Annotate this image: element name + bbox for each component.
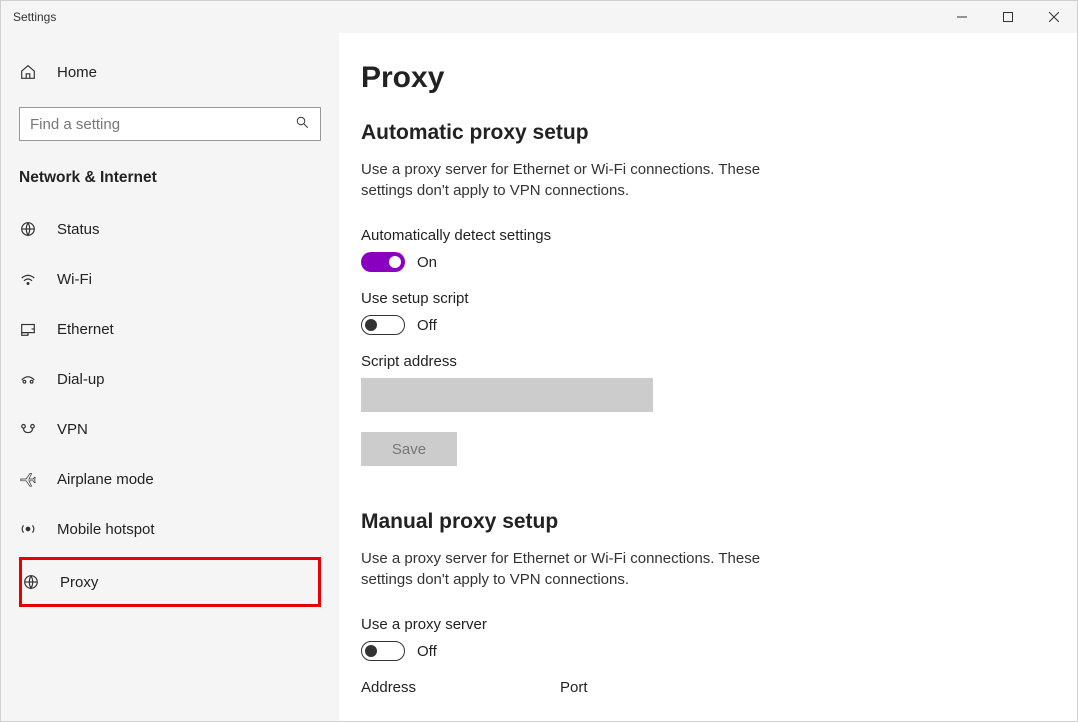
toggle-knob: [365, 319, 377, 331]
main-panel: Proxy Automatic proxy setup Use a proxy …: [339, 33, 1077, 721]
titlebar: Settings: [1, 1, 1077, 33]
auto-proxy-heading: Automatic proxy setup: [361, 121, 1077, 145]
manual-proxy-desc: Use a proxy server for Ethernet or Wi-Fi…: [361, 548, 801, 590]
home-link[interactable]: Home: [19, 55, 321, 89]
script-address-input[interactable]: [361, 378, 653, 412]
nav-item-label: VPN: [57, 421, 88, 438]
auto-detect-toggle[interactable]: [361, 252, 405, 272]
sidebar-item-hotspot[interactable]: Mobile hotspot: [19, 507, 321, 551]
script-address-label: Script address: [361, 353, 1077, 370]
port-label: Port: [560, 679, 588, 696]
setup-script-row: Off: [361, 315, 1077, 335]
nav-item-label: Proxy: [60, 574, 98, 591]
sidebar-section-title: Network & Internet: [19, 169, 321, 187]
ethernet-icon: [19, 320, 39, 338]
manual-proxy-heading: Manual proxy setup: [361, 510, 1077, 534]
page-title: Proxy: [361, 61, 1077, 95]
auto-proxy-desc: Use a proxy server for Ethernet or Wi-Fi…: [361, 159, 801, 201]
nav-item-label: Ethernet: [57, 321, 114, 338]
sidebar-item-proxy[interactable]: Proxy: [19, 557, 321, 607]
port-col: Port: [560, 679, 588, 700]
nav-item-label: Mobile hotspot: [57, 521, 155, 538]
minimize-button[interactable]: [939, 1, 985, 33]
save-button[interactable]: Save: [361, 432, 457, 466]
address-label: Address: [361, 679, 416, 696]
sidebar-item-vpn[interactable]: VPN: [19, 407, 321, 451]
setup-script-state: Off: [417, 317, 437, 334]
sidebar-item-airplane[interactable]: Airplane mode: [19, 457, 321, 501]
home-icon: [19, 63, 39, 81]
search-input[interactable]: [30, 116, 295, 133]
search-icon: [295, 115, 310, 133]
nav-item-label: Status: [57, 221, 100, 238]
address-col: Address: [361, 679, 416, 700]
use-proxy-label: Use a proxy server: [361, 616, 1077, 633]
auto-detect-state: On: [417, 254, 437, 271]
close-button[interactable]: [1031, 1, 1077, 33]
auto-detect-label: Automatically detect settings: [361, 227, 1077, 244]
use-proxy-state: Off: [417, 643, 437, 660]
airplane-icon: [19, 470, 39, 488]
home-label: Home: [57, 64, 97, 81]
sidebar-item-dialup[interactable]: Dial-up: [19, 357, 321, 401]
nav-item-label: Wi-Fi: [57, 271, 92, 288]
window-controls: [939, 1, 1077, 33]
sidebar: Home Network & Internet Status Wi-Fi Eth: [1, 33, 339, 721]
dialup-icon: [19, 370, 39, 388]
nav-item-label: Dial-up: [57, 371, 105, 388]
sidebar-nav: Status Wi-Fi Ethernet Dial-up VPN: [19, 201, 321, 607]
sidebar-item-wifi[interactable]: Wi-Fi: [19, 257, 321, 301]
sidebar-item-status[interactable]: Status: [19, 207, 321, 251]
use-proxy-toggle[interactable]: [361, 641, 405, 661]
toggle-knob: [389, 256, 401, 268]
wifi-icon: [19, 270, 39, 288]
content-area: Home Network & Internet Status Wi-Fi Eth: [1, 33, 1077, 721]
address-port-row: Address Port: [361, 679, 1077, 700]
maximize-button[interactable]: [985, 1, 1031, 33]
toggle-knob: [365, 645, 377, 657]
nav-item-label: Airplane mode: [57, 471, 154, 488]
setup-script-label: Use setup script: [361, 290, 1077, 307]
status-icon: [19, 220, 39, 238]
search-box[interactable]: [19, 107, 321, 141]
sidebar-item-ethernet[interactable]: Ethernet: [19, 307, 321, 351]
vpn-icon: [19, 420, 39, 438]
hotspot-icon: [19, 520, 39, 538]
setup-script-toggle[interactable]: [361, 315, 405, 335]
proxy-icon: [22, 573, 42, 591]
settings-window: Settings Home Network & Internet Status: [0, 0, 1078, 722]
auto-detect-row: On: [361, 252, 1077, 272]
window-title: Settings: [13, 10, 56, 24]
use-proxy-row: Off: [361, 641, 1077, 661]
